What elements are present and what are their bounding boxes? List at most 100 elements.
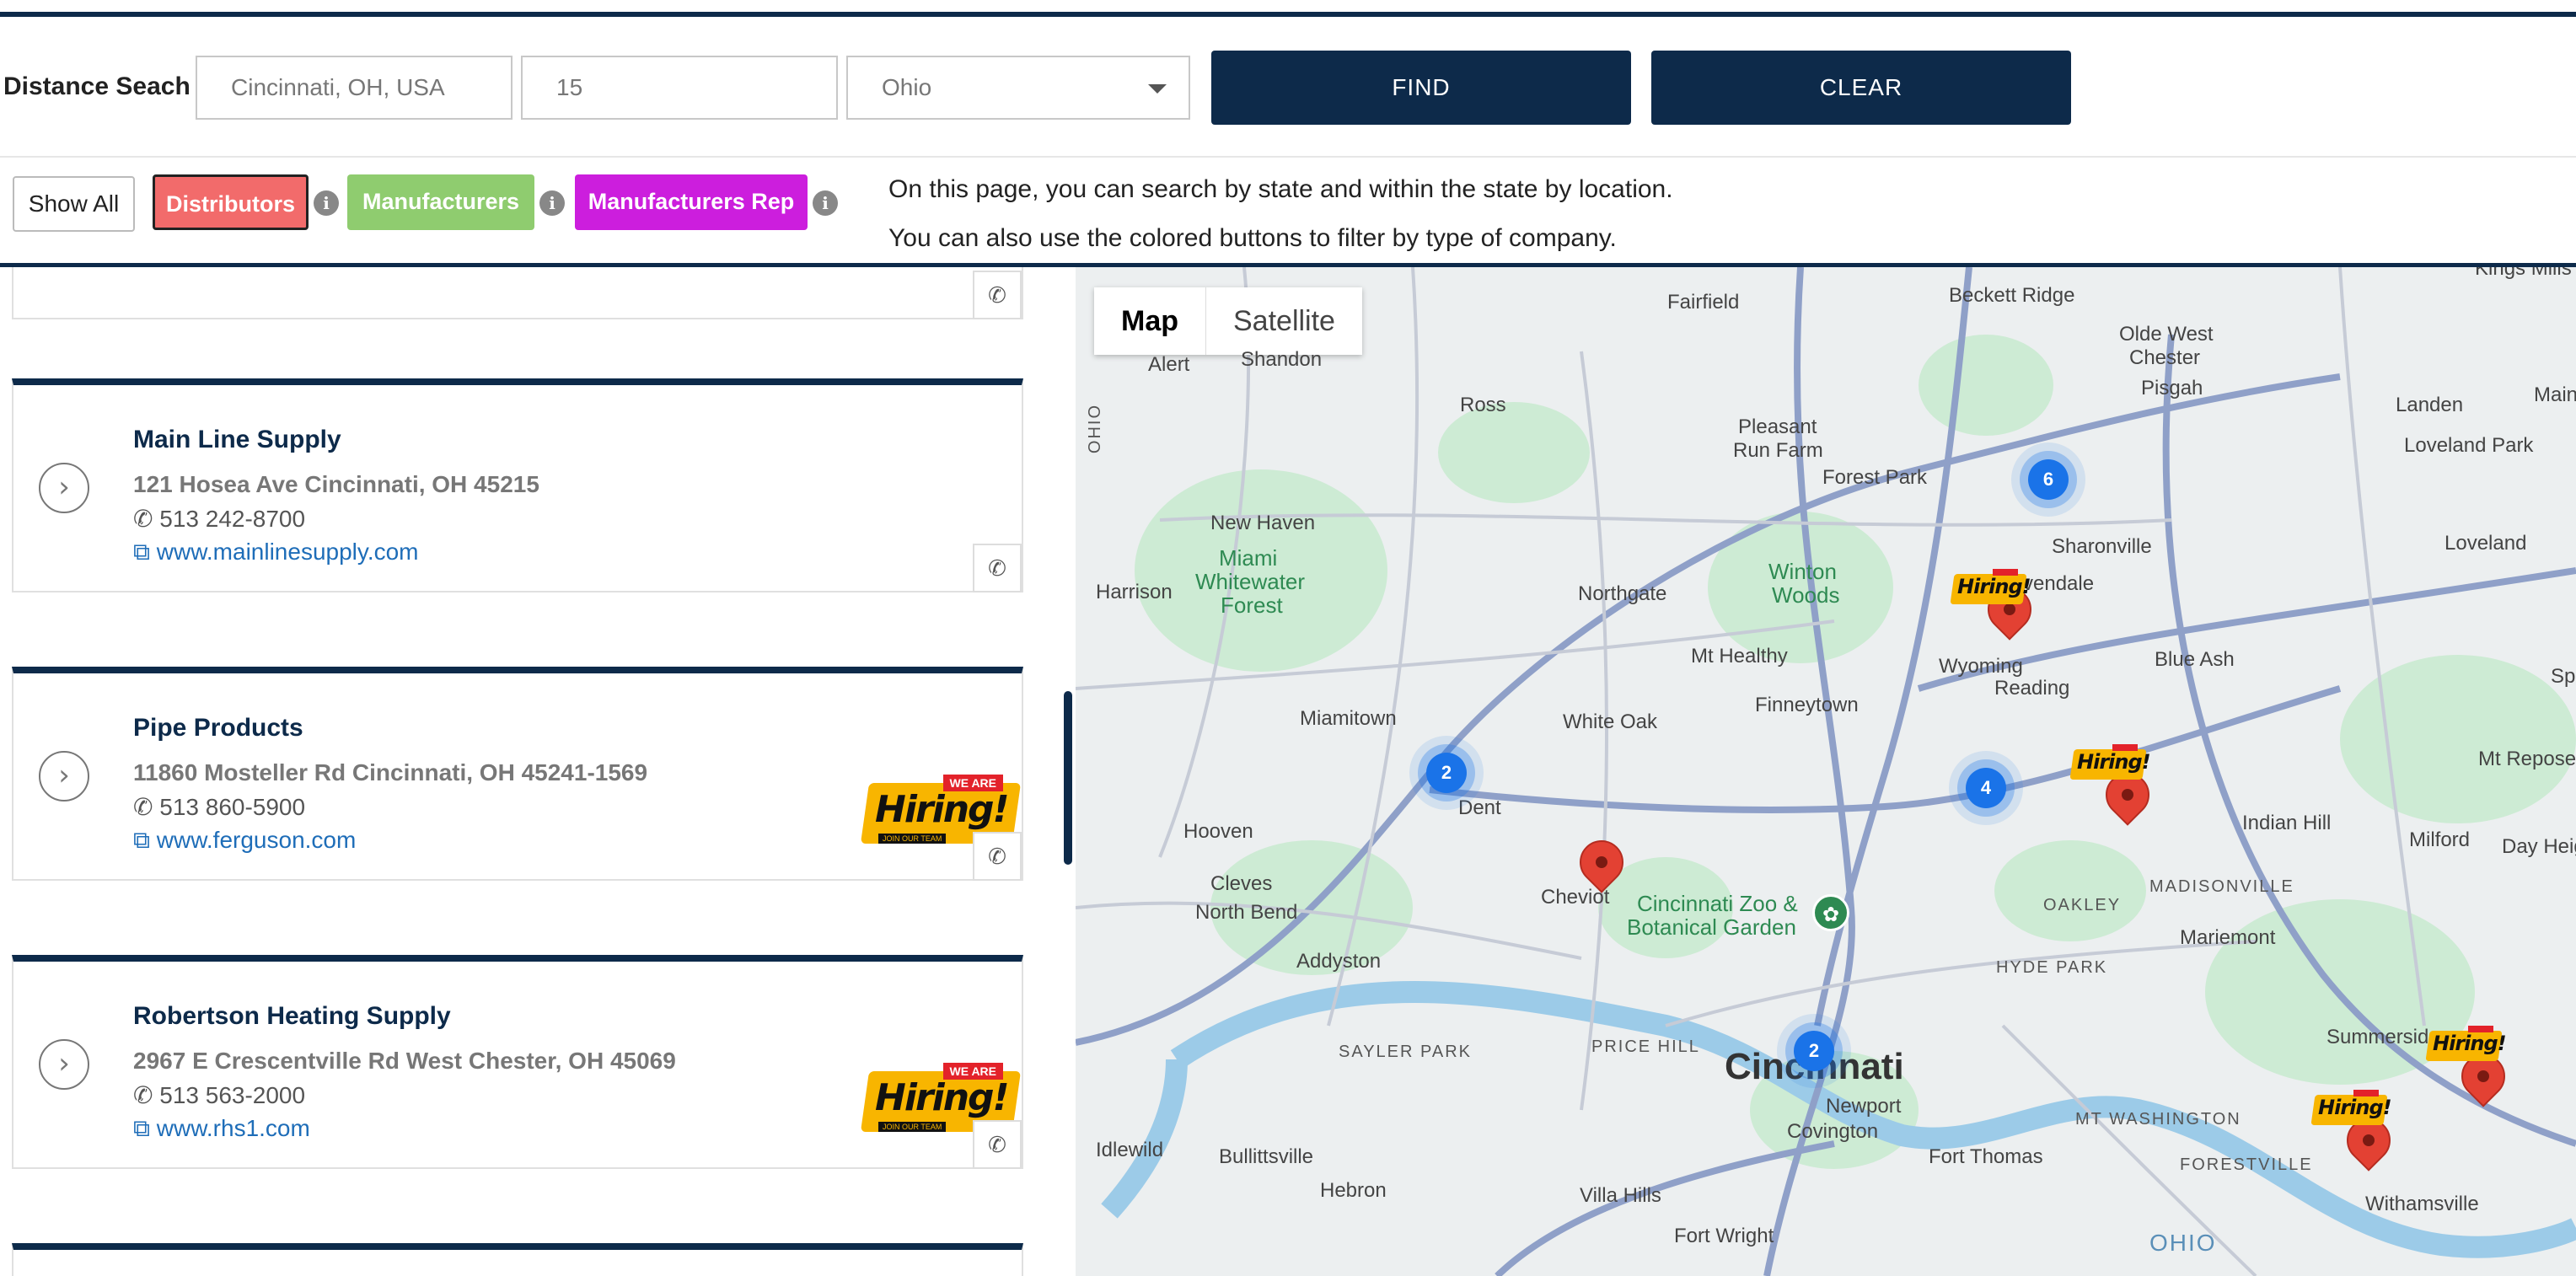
top-accent-line	[0, 12, 2576, 17]
map-place-label: vendale	[2023, 572, 2095, 595]
company-address: 2967 E Crescentville Rd West Chester, OH…	[133, 1048, 676, 1074]
company-website[interactable]: ⧉ www.ferguson.com	[133, 827, 356, 855]
map-neighborhood-label: PRICE HILL	[1591, 1037, 1700, 1056]
map-place-label: Dent	[1458, 796, 1501, 819]
map-park-label: Woods	[1772, 582, 1840, 608]
map-place-label: Landen	[2396, 394, 2464, 416]
list-item[interactable]: › Robertson Heating Supply 2967 E Cresce…	[12, 955, 1023, 1169]
map-place-label: Fort Wright	[1674, 1225, 1774, 1247]
map-place-label: Alert	[1148, 353, 1190, 376]
map-place-label: Loveland	[2445, 532, 2527, 555]
company-phone-number: 513 860-5900	[159, 794, 306, 820]
map-place-label: New Haven	[1210, 512, 1316, 534]
company-website-link[interactable]: www.mainlinesupply.com	[157, 539, 419, 565]
company-address: 121 Hosea Ave Cincinnati, OH 45215	[133, 471, 539, 497]
phone-icon[interactable]: ✆	[973, 1120, 1022, 1169]
map-place-label: Sharonville	[2052, 535, 2152, 558]
list-scrollbar[interactable]	[1064, 691, 1072, 865]
map-place-label: Cleves	[1210, 872, 1273, 895]
map-place-label: Addyston	[1296, 950, 1382, 973]
find-button[interactable]: FIND	[1211, 51, 1631, 125]
chevron-right-icon[interactable]: ›	[39, 1039, 89, 1090]
results-list[interactable]: ✆ › Main Line Supply 121 Hosea Ave Cinci…	[0, 267, 1052, 1276]
company-name[interactable]: Pipe Products	[133, 714, 303, 743]
phone-icon[interactable]: ✆	[973, 544, 1022, 592]
map-hiring-marker[interactable]: Hiring!	[2310, 1090, 2392, 1127]
help-text-line-2: You can also use the colored buttons to …	[888, 224, 1617, 252]
phone-icon[interactable]: ✆	[973, 271, 1022, 319]
map-hiring-marker[interactable]: Hiring!	[2069, 744, 2151, 781]
list-item[interactable]: › Main Line Supply 121 Hosea Ave Cincinn…	[12, 378, 1023, 592]
map-place-label: Finneytown	[1755, 694, 1859, 716]
show-all-button[interactable]: Show All	[13, 176, 135, 232]
hiring-badge-text: Hiring!	[875, 788, 1010, 831]
manufacturers-filter-button[interactable]: Manufacturers	[347, 174, 534, 230]
state-select[interactable]: Ohio	[846, 56, 1190, 120]
distributors-filter-button[interactable]: Distributors	[153, 174, 309, 230]
map-place-label: Pleasant	[1738, 416, 1817, 438]
map-place-label: Olde West	[2119, 323, 2214, 346]
map-neighborhood-label: MADISONVILLE	[2149, 877, 2294, 896]
company-name[interactable]: Robertson Heating Supply	[133, 1002, 451, 1031]
city-input[interactable]: Cincinnati, OH, USA	[196, 56, 513, 120]
map-place-label: White Oak	[1563, 710, 1658, 733]
map-hiring-marker[interactable]: Hiring!	[2425, 1026, 2507, 1063]
map-place-label: Mariemont	[2180, 926, 2276, 949]
company-phone-number: 513 242-8700	[159, 506, 306, 532]
map-park-label: Whitewater	[1195, 569, 1306, 594]
map-neighborhood-label: HYDE PARK	[1996, 958, 2108, 977]
chevron-right-icon[interactable]: ›	[39, 751, 89, 802]
map-park-label: Cincinnati Zoo &	[1637, 891, 1798, 916]
help-text-line-1: On this page, you can search by state an…	[888, 175, 1673, 203]
phone-icon[interactable]: ✆	[973, 832, 1022, 881]
map-place-label: Idlewild	[1096, 1139, 1164, 1161]
map-place-label: Summerside	[2326, 1026, 2440, 1048]
map-place-label: Maineville	[2534, 383, 2576, 406]
company-website[interactable]: ⧉ www.rhs1.com	[133, 1115, 310, 1143]
map-place-label: Fort Thomas	[1929, 1145, 2043, 1168]
map-place-label: Indian Hill	[2242, 812, 2332, 834]
map-place-label: Withamsville	[2365, 1193, 2479, 1215]
company-phone: ✆ 513 242-8700	[133, 506, 306, 532]
distance-input[interactable]: 15	[521, 56, 838, 120]
map-place-label: Hebron	[1320, 1179, 1387, 1202]
map-park-label: Miami	[1219, 545, 1278, 571]
paw-icon: ✿	[1812, 894, 1849, 931]
company-website-link[interactable]: www.ferguson.com	[157, 827, 357, 853]
company-website[interactable]: ⧉ www.mainlinesupply.com	[133, 539, 419, 566]
map-cluster-marker[interactable]: 6	[2028, 459, 2069, 500]
map-type-satellite-button[interactable]: Satellite	[1206, 287, 1362, 355]
list-item[interactable]: › Pipe Products 11860 Mosteller Rd Cinci…	[12, 667, 1023, 881]
company-phone-number: 513 563-2000	[159, 1082, 306, 1108]
map-place-label: Sp	[2551, 665, 2576, 688]
map-place-label: Fairfield	[1667, 291, 1740, 314]
info-icon[interactable]: i	[314, 190, 339, 216]
manufacturers-rep-filter-button[interactable]: Manufacturers Rep	[575, 174, 808, 230]
map-place-label: Mt Healthy	[1691, 645, 1788, 667]
map-park-label: Winton	[1768, 559, 1837, 584]
info-icon[interactable]: i	[539, 190, 565, 216]
chevron-right-icon[interactable]: ›	[39, 463, 89, 513]
map-place-label: Northgate	[1578, 582, 1667, 605]
map-type-control: Map Satellite	[1094, 287, 1362, 355]
map-place-label: Run Farm	[1733, 439, 1823, 462]
map-cluster-marker[interactable]: 2	[1426, 753, 1467, 793]
map-park-label: Forest	[1221, 592, 1283, 618]
map-place-label: Kings Mills	[2475, 267, 2572, 280]
map-hiring-marker[interactable]: Hiring!	[1950, 569, 2031, 606]
map-cluster-marker[interactable]: 4	[1966, 768, 2006, 808]
map-type-map-button[interactable]: Map	[1094, 287, 1206, 355]
map-place-label: Beckett Ridge	[1949, 284, 2075, 307]
hiring-badge-sub: JOIN OUR TEAM	[878, 1122, 947, 1132]
company-website-link[interactable]: www.rhs1.com	[157, 1115, 310, 1141]
map-place-label: Harrison	[1096, 581, 1173, 603]
map-cluster-marker[interactable]: 2	[1794, 1031, 1834, 1071]
clear-button[interactable]: CLEAR	[1651, 51, 2071, 125]
map-river-label: OHIO	[2149, 1230, 2217, 1256]
info-icon[interactable]: i	[813, 190, 838, 216]
list-item-partial	[12, 1243, 1023, 1276]
map-view[interactable]: Map Satellite Fairfield Beckett Ridge Ol…	[1076, 267, 2576, 1276]
map-neighborhood-label: MT WASHINGTON	[2075, 1110, 2241, 1129]
map-place-label: Ross	[1460, 394, 1506, 416]
company-name[interactable]: Main Line Supply	[133, 426, 341, 454]
